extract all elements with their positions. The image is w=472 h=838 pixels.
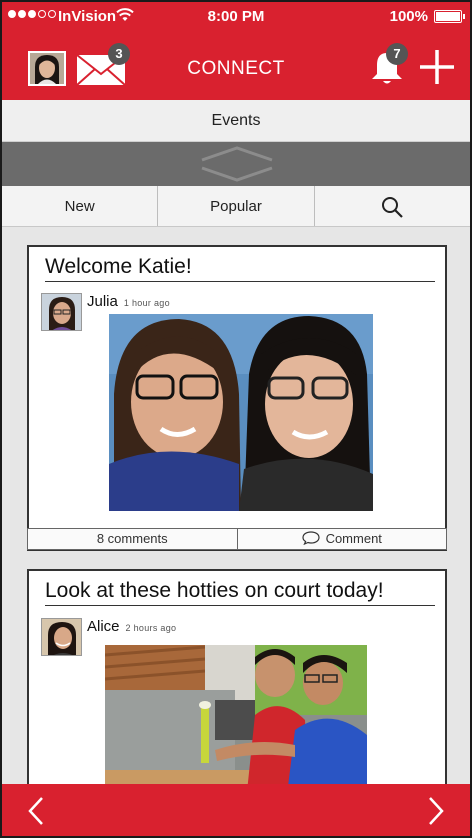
- expand-collapse-icon: [201, 146, 273, 182]
- post-card: Look at these hotties on court today! Al…: [27, 569, 447, 784]
- tab-new[interactable]: New: [2, 186, 159, 226]
- author-name[interactable]: Julia: [87, 293, 118, 310]
- post-time: 1 hour ago: [123, 298, 170, 308]
- battery-percent: 100%: [389, 8, 428, 25]
- author-avatar[interactable]: [41, 293, 82, 331]
- comment-button[interactable]: Comment: [236, 529, 447, 549]
- tab-popular[interactable]: Popular: [158, 186, 315, 226]
- feed-list[interactable]: Welcome Katie! Julia 1 hour ago 8 commen…: [2, 228, 470, 784]
- chevron-right-icon[interactable]: [426, 796, 446, 826]
- status-bar: InVision 8:00 PM 100%: [2, 2, 470, 32]
- post-title: Look at these hotties on court today!: [45, 579, 435, 606]
- notification-count-badge: 7: [386, 43, 408, 65]
- post-time: 2 hours ago: [125, 623, 177, 633]
- post-card: Welcome Katie! Julia 1 hour ago 8 commen…: [27, 245, 447, 551]
- app-screen: InVision 8:00 PM 100% 3 CONNECT 7 Events…: [0, 0, 472, 838]
- post-author: Alice 2 hours ago: [87, 618, 176, 635]
- events-label: Events: [211, 112, 261, 129]
- feed-tabs: New Popular: [2, 186, 470, 227]
- battery-icon: [434, 10, 465, 23]
- author-name[interactable]: Alice: [87, 618, 120, 635]
- header: InVision 8:00 PM 100% 3 CONNECT 7: [2, 2, 470, 100]
- comments-count[interactable]: 8 comments: [28, 529, 237, 549]
- tab-search[interactable]: [315, 186, 470, 226]
- comment-button-label: Comment: [325, 531, 382, 546]
- add-icon[interactable]: [418, 48, 456, 86]
- chevron-left-icon[interactable]: [26, 796, 46, 826]
- events-header[interactable]: Events: [2, 100, 470, 142]
- post-actions: 8 comments Comment: [27, 528, 447, 550]
- tab-popular-label: Popular: [210, 198, 262, 215]
- post-author: Julia 1 hour ago: [87, 293, 170, 310]
- bottom-nav: [2, 784, 470, 836]
- tab-new-label: New: [64, 198, 95, 215]
- post-title: Welcome Katie!: [45, 255, 435, 282]
- collapse-handle[interactable]: [2, 142, 470, 186]
- comment-icon: [301, 531, 320, 546]
- post-photo[interactable]: [105, 645, 367, 784]
- post-photo[interactable]: [109, 314, 373, 511]
- search-icon: [382, 197, 404, 218]
- author-avatar[interactable]: [41, 618, 82, 656]
